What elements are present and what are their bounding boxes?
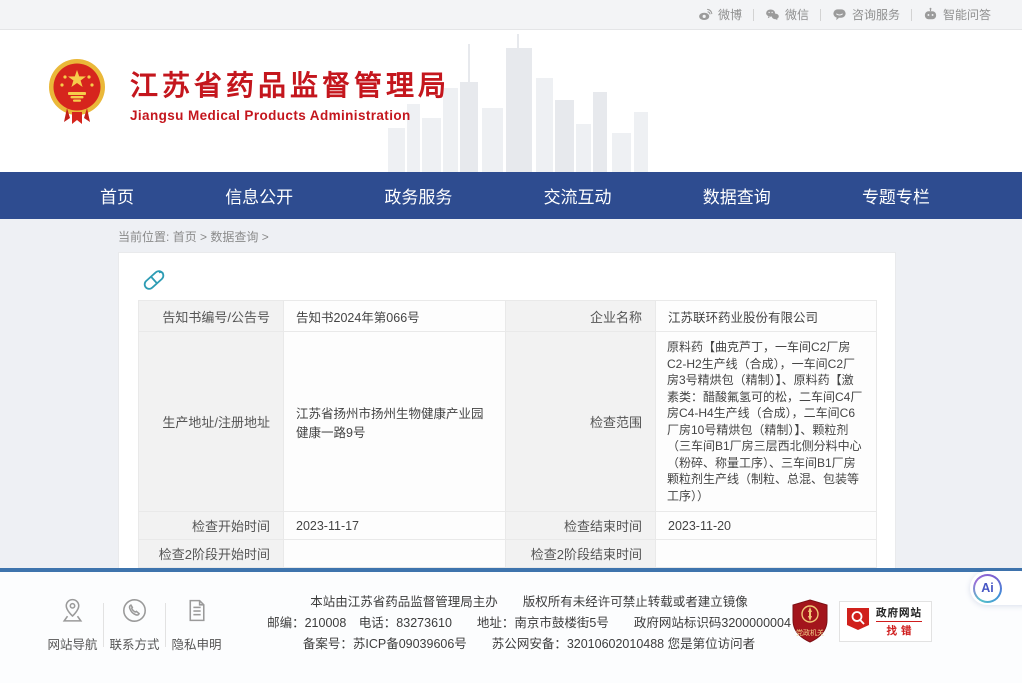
field-label-address: 生产地址/注册地址 [139, 332, 284, 512]
footer-line-host: 本站由江苏省药品监督管理局主办 版权所有未经许可禁止转载或者建立镜像 [256, 592, 802, 613]
smart-qa-label: 智能问答 [943, 6, 991, 23]
weibo-link[interactable]: 微博 [687, 6, 753, 23]
field-label-start-date: 检查开始时间 [139, 512, 284, 540]
field-value-phase2-end [656, 540, 877, 568]
site-header: 江苏省药品监督管理局 Jiangsu Medical Products Admi… [0, 30, 1022, 172]
magnifier-flag-icon [846, 607, 870, 636]
field-value-inspection-scope: 原料药【曲克芦丁，一车间C2厂房C2-H2生产线（合成），一车间C2厂房3号精烘… [656, 332, 877, 512]
agency-subtitle: Jiangsu Medical Products Administration [130, 108, 450, 123]
table-row: 告知书编号/公告号 告知书2024年第066号 企业名称 江苏联环药业股份有限公… [139, 301, 877, 332]
contact-link[interactable]: 联系方式 [106, 597, 163, 653]
weibo-icon [698, 7, 713, 22]
breadcrumb-trailing-separator: > [262, 230, 269, 244]
site-map-link[interactable]: 网站导航 [44, 597, 101, 653]
nav-item-data-query[interactable]: 数据查询 [703, 183, 771, 208]
table-row: 生产地址/注册地址 江苏省扬州市扬州生物健康产业园健康一路9号 检查范围 原料药… [139, 332, 877, 512]
footer-legal-text: 本站由江苏省药品监督管理局主办 版权所有未经许可禁止转载或者建立镜像 邮编：21… [256, 592, 802, 655]
ai-assistant-button[interactable]: Ai [970, 571, 1022, 605]
ai-icon: Ai [973, 574, 1002, 603]
table-row: 检查开始时间 2023-11-17 检查结束时间 2023-11-20 [139, 512, 877, 540]
nav-item-gov-services[interactable]: 政务服务 [384, 183, 452, 208]
footer-quick-links: 网站导航 联系方式 隐私申明 [44, 597, 225, 653]
content-area: 当前位置: 首页 > 数据查询 > 告知书编号/公告号 告知书2024年第066… [0, 219, 1022, 568]
contact-label: 联系方式 [106, 634, 163, 653]
footer-line-contact: 邮编：210008 电话：83273610 地址：南京市鼓楼街5号 政府网站标识… [256, 613, 802, 634]
map-pin-icon [59, 611, 86, 628]
field-label-notice-number: 告知书编号/公告号 [139, 301, 284, 332]
pill-capsule-icon [140, 266, 168, 294]
privacy-link[interactable]: 隐私申明 [168, 597, 225, 653]
privacy-label: 隐私申明 [168, 634, 225, 653]
field-value-end-date: 2023-11-20 [656, 512, 877, 540]
field-label-phase2-start: 检查2阶段开始时间 [139, 540, 284, 568]
wechat-label: 微信 [785, 6, 809, 23]
field-value-company-name: 江苏联环药业股份有限公司 [656, 301, 877, 332]
footer-line-icp: 备案号：苏ICP备09039606号 苏公网安备：32010602010488 … [256, 634, 802, 655]
nav-item-interaction[interactable]: 交流互动 [544, 183, 612, 208]
nav-item-info-disclosure[interactable]: 信息公开 [225, 183, 293, 208]
consult-label: 咨询服务 [852, 6, 900, 23]
nav-item-home[interactable]: 首页 [100, 183, 134, 208]
consult-icon [832, 7, 847, 22]
breadcrumb-prefix: 当前位置: [118, 230, 169, 244]
field-value-start-date: 2023-11-17 [284, 512, 506, 540]
nav-item-special-topics[interactable]: 专题专栏 [862, 183, 930, 208]
site-footer: Ai 网站导航 联系方式 隐私申明 本站由江苏省药品监督管理局主办 版权所有未经… [0, 568, 1022, 683]
national-emblem-logo [44, 56, 110, 134]
smart-qa-link[interactable]: 智能问答 [912, 6, 1002, 23]
field-value-phase2-start [284, 540, 506, 568]
document-icon [183, 611, 210, 628]
breadcrumb-current-link[interactable]: 数据查询 [210, 230, 258, 244]
field-value-notice-number: 告知书2024年第066号 [284, 301, 506, 332]
phone-icon [121, 611, 148, 628]
site-map-label: 网站导航 [44, 634, 101, 653]
primary-nav: 首页 信息公开 政务服务 交流互动 数据查询 专题专栏 [0, 172, 1022, 219]
agency-title-block: 江苏省药品监督管理局 Jiangsu Medical Products Admi… [130, 68, 450, 123]
weibo-label: 微博 [718, 6, 742, 23]
field-label-company-name: 企业名称 [506, 301, 656, 332]
wechat-icon [765, 7, 780, 22]
party-badge-text: 党政机关 [796, 628, 824, 637]
divider [103, 603, 104, 647]
party-gov-shield-badge[interactable]: 党政机关 [791, 599, 829, 643]
error-badge-bottom-text: 找错 [883, 623, 916, 638]
top-utility-bar: 微博 微信 咨询服务 智能问答 [0, 0, 1022, 30]
error-badge-text: 政府网站 找错 [876, 605, 922, 638]
breadcrumb-separator: > [200, 230, 207, 244]
consult-service-link[interactable]: 咨询服务 [821, 6, 911, 23]
wechat-link[interactable]: 微信 [754, 6, 820, 23]
gov-site-error-report-badge[interactable]: 政府网站 找错 [839, 601, 932, 642]
field-label-inspection-scope: 检查范围 [506, 332, 656, 512]
footer-badges: 党政机关 政府网站 找错 [791, 599, 932, 643]
agency-title: 江苏省药品监督管理局 [130, 68, 450, 104]
breadcrumb: 当前位置: 首页 > 数据查询 > [0, 219, 1022, 252]
field-label-phase2-end: 检查2阶段结束时间 [506, 540, 656, 568]
field-value-address: 江苏省扬州市扬州生物健康产业园健康一路9号 [284, 332, 506, 512]
table-row: 检查2阶段开始时间 检查2阶段结束时间 [139, 540, 877, 568]
breadcrumb-home-link[interactable]: 首页 [173, 230, 197, 244]
error-badge-top-text: 政府网站 [876, 605, 922, 622]
divider [165, 603, 166, 647]
smart-qa-icon [923, 7, 938, 22]
field-label-end-date: 检查结束时间 [506, 512, 656, 540]
agency-logo-group: 江苏省药品监督管理局 Jiangsu Medical Products Admi… [44, 56, 450, 134]
